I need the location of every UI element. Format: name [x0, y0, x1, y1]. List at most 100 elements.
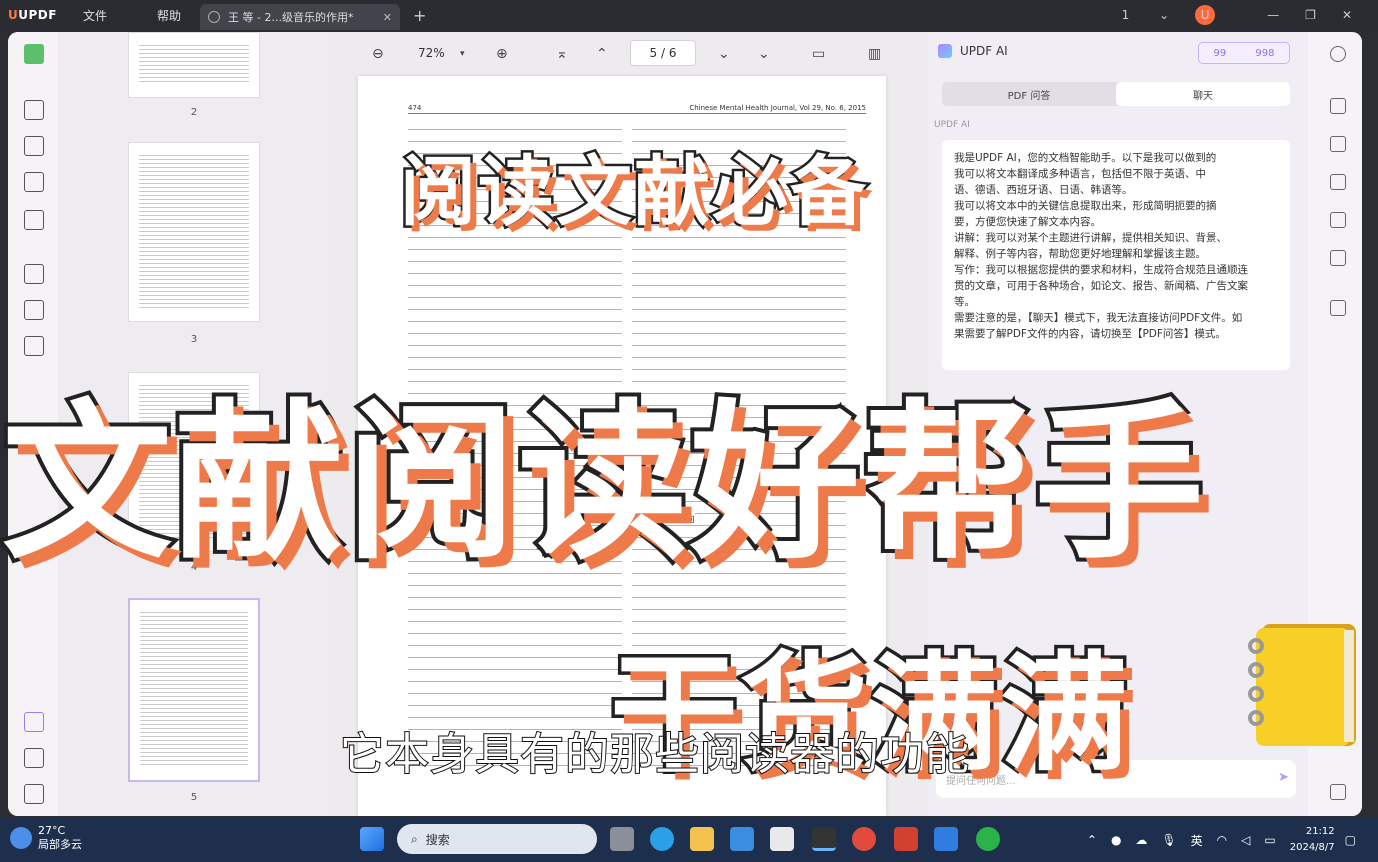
store-icon[interactable] — [770, 827, 794, 851]
photos-icon[interactable] — [934, 827, 958, 851]
clock[interactable]: 21:12 2024/8/7 — [1290, 824, 1335, 856]
page-number: 474 — [408, 104, 422, 112]
window-count[interactable]: 1 ⌄ — [1122, 8, 1170, 22]
layers-icon[interactable] — [24, 712, 44, 732]
zoom-dropdown-icon[interactable]: ▾ — [460, 49, 465, 59]
share-icon[interactable] — [1330, 212, 1346, 228]
wps-icon[interactable] — [894, 827, 918, 851]
volume-icon[interactable]: ◁ — [1241, 833, 1250, 847]
zoom-level[interactable]: 72% — [418, 46, 445, 60]
quota-b: 998 — [1255, 47, 1275, 59]
app-red-icon[interactable] — [852, 827, 876, 851]
comment-view-icon[interactable]: ▭ — [812, 46, 825, 62]
task-view-icon[interactable] — [610, 827, 634, 851]
thumbnail-page-2[interactable] — [128, 32, 260, 98]
menu-file[interactable]: 文件 — [58, 7, 132, 24]
time: 21:12 — [1305, 826, 1335, 837]
journal-header: Chinese Mental Health Journal, Vol 29, N… — [689, 104, 866, 112]
video-subtitle: 它本身具有的那些阅读器的功能 — [339, 728, 970, 781]
storage-icon[interactable] — [1330, 300, 1346, 316]
notification-icon[interactable]: ▢ — [1345, 833, 1356, 847]
maximize-button[interactable]: ❐ — [1305, 8, 1316, 22]
input-method[interactable]: 英 — [1191, 832, 1203, 849]
document-tab[interactable]: 王 等 - 2...级音乐的作用* ✕ — [200, 4, 400, 30]
ai-logo-icon — [938, 44, 952, 58]
zoom-in-icon[interactable]: ⊕ — [496, 46, 508, 62]
save-icon[interactable] — [1330, 136, 1346, 152]
tab-chat[interactable]: 聊天 — [1116, 82, 1290, 106]
minimize-button[interactable]: — — [1267, 8, 1279, 22]
ai-message-line: 贯的文章，可用于各种场合，如论文、报告、新闻稿、广告文案 — [954, 280, 1248, 292]
previous-page-icon[interactable]: ⌃ — [596, 46, 608, 62]
ai-message-bubble: 我是UPDF AI，您的文档智能助手。以下是我可以做到的 我可以将文本翻译成多种… — [942, 140, 1290, 370]
wifi-icon[interactable]: ◠ — [1217, 833, 1227, 847]
microphone-icon[interactable]: 🎙 — [1161, 833, 1176, 847]
weather-icon — [10, 827, 32, 849]
next-page-icon[interactable]: ⌄ — [718, 46, 730, 62]
app-logo: UUPDF — [8, 8, 57, 22]
taskbar-search[interactable]: ⌕ 搜索 — [397, 824, 597, 854]
file-explorer-icon[interactable] — [690, 827, 714, 851]
wechat-icon[interactable] — [976, 827, 1000, 851]
notebook-icon — [1248, 624, 1356, 746]
ai-message-line: 我可以将文本中的关键信息提取出来，形成简明扼要的摘 — [954, 200, 1217, 212]
tab-pdf-qa[interactable]: PDF 问答 — [942, 82, 1116, 106]
thumbnail-page-5[interactable] — [128, 598, 260, 782]
print-icon[interactable] — [1330, 98, 1346, 114]
tray-wechat-icon[interactable]: ● — [1111, 833, 1121, 847]
ai-message-line: 我是UPDF AI，您的文档智能助手。以下是我可以做到的 — [954, 152, 1217, 164]
ai-quota-badge[interactable]: 99 998 — [1198, 42, 1290, 64]
edge-browser-icon[interactable] — [650, 827, 674, 851]
weather-condition: 局部多云 — [38, 838, 82, 851]
close-tab-icon[interactable]: ✕ — [383, 11, 392, 24]
taskbar: 27°C 局部多云 ⌕ 搜索 ⌃ ● ☁ 🎙 英 ◠ ◁ ▭ 21:12 202… — [0, 818, 1378, 862]
first-page-icon[interactable]: ⌅ — [556, 46, 568, 62]
search-icon[interactable] — [1330, 46, 1346, 62]
battery-icon[interactable]: ▭ — [1264, 833, 1275, 847]
tab-title: 王 等 - 2...级音乐的作用* — [228, 11, 354, 24]
email-icon[interactable] — [1330, 250, 1346, 266]
export-icon[interactable] — [1330, 174, 1346, 190]
ocr-icon[interactable] — [24, 300, 44, 320]
start-icon[interactable] — [360, 827, 384, 851]
ai-message-line: 讲解：我可以对某个主题进行讲解，提供相关知识、背景、 — [954, 232, 1227, 244]
search-icon: ⌕ — [411, 831, 418, 846]
document-icon — [208, 11, 220, 23]
recorder-icon[interactable] — [812, 827, 836, 851]
ai-message-line: 果需要了解PDF文件的内容，请切换至【PDF问答】模式。 — [954, 328, 1226, 340]
overlay-caption-main: 文献阅读好帮手 — [0, 381, 1208, 587]
chat-icon[interactable] — [1330, 784, 1346, 800]
reader-mode-icon[interactable] — [24, 44, 44, 64]
send-icon[interactable]: ➤ — [1278, 770, 1289, 785]
form-icon[interactable] — [24, 172, 44, 192]
quota-a: 99 — [1213, 47, 1227, 59]
close-button[interactable]: ✕ — [1342, 8, 1352, 22]
last-page-icon[interactable]: ⌄ — [758, 46, 770, 62]
tray-chevron-icon[interactable]: ⌃ — [1087, 833, 1097, 847]
menu-help[interactable]: 帮助 — [132, 7, 206, 24]
new-tab-button[interactable]: + — [413, 6, 426, 25]
thumbnail-page-3[interactable] — [128, 142, 260, 322]
weather-widget[interactable]: 27°C 局部多云 — [10, 824, 82, 852]
system-tray: ⌃ ● ☁ 🎙 英 ◠ ◁ ▭ 21:12 2024/8/7 ▢ — [1087, 822, 1370, 858]
temperature: 27°C — [38, 824, 66, 837]
zoom-out-icon[interactable]: ⊖ — [372, 46, 384, 62]
ai-panel-title: UPDF AI — [938, 44, 1008, 58]
convert-icon[interactable] — [24, 210, 44, 230]
organize-icon[interactable] — [24, 264, 44, 284]
ai-message-line: 语、德语、西班牙语、日语、韩语等。 — [954, 184, 1133, 196]
attachment-icon[interactable] — [24, 784, 44, 804]
page-indicator[interactable]: 5 / 6 — [630, 40, 696, 66]
edit-icon[interactable] — [24, 136, 44, 156]
bookmark-icon[interactable] — [24, 748, 44, 768]
page-layout-icon[interactable]: ▥ — [868, 46, 881, 62]
ai-message-line: 写作：我可以根据您提供的要求和材料，生成符合规范且通顺连 — [954, 264, 1248, 276]
tray-cloud-icon[interactable]: ☁ — [1135, 833, 1147, 847]
comment-icon[interactable] — [24, 100, 44, 120]
user-avatar[interactable]: U — [1195, 5, 1241, 25]
ai-message-line: 需要注意的是，【聊天】模式下，我无法直接访问PDF文件。如 — [954, 312, 1243, 324]
title-bar: UUPDF 文件 帮助 王 等 - 2...级音乐的作用* ✕ + 1 ⌄ U … — [0, 0, 1378, 30]
todo-icon[interactable] — [730, 827, 754, 851]
ai-mode-switch: PDF 问答 聊天 — [942, 82, 1290, 106]
thumbnail-number: 2 — [190, 107, 198, 118]
